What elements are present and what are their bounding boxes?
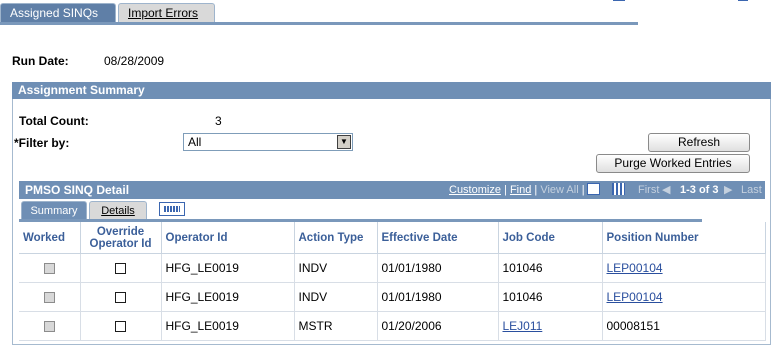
override-cell [80,311,162,341]
filter-by-select[interactable]: All ▼ [183,133,353,151]
find-link[interactable]: Find [510,184,531,196]
worked-checkbox [43,292,55,304]
col-operator-id: Operator Id [161,222,295,254]
subtab-details-label: Details [101,205,135,217]
job-code-cell: 101046 [498,282,603,312]
col-job-code: Job Code [498,222,603,254]
action-type-cell: INDV [294,253,378,283]
customize-link[interactable]: Customize [449,184,501,196]
job-code-cell: LEJ011 [498,311,603,341]
position-number-link[interactable]: LEP00104 [607,261,663,275]
tab-underline [0,22,638,25]
previous-arrow-icon: ◀ [662,184,671,196]
run-date-label: Run Date: [12,54,69,68]
effective-date-cell: 01/01/1980 [377,253,499,283]
table-row: HFG_LE0019 MSTR 01/20/2006 LEJ011 000081… [19,311,766,341]
position-number-link[interactable]: LEP00104 [607,290,663,304]
grid-title: PMSO SINQ Detail [25,183,130,197]
view-all-link: View All [540,184,579,196]
top-edge-icon-2 [738,0,748,1]
show-all-columns-glyph [164,206,180,212]
override-operator-checkbox[interactable] [115,321,126,333]
spreadsheet-icon[interactable] [612,183,625,195]
assignment-summary-header: Assignment Summary [12,82,771,99]
operator-id-cell: HFG_LE0019 [161,311,295,341]
position-number-cell: LEP00104 [602,282,766,312]
table-row: HFG_LE0019 INDV 01/01/1980 101046 LEP001… [19,282,766,312]
effective-date-cell: 01/01/1980 [377,282,499,312]
download-icon[interactable] [587,183,600,195]
refresh-button[interactable]: Refresh [648,133,750,152]
top-edge-icon [613,0,625,1]
position-number-cell: 00008151 [602,311,766,341]
purge-worked-entries-button[interactable]: Purge Worked Entries [596,154,750,173]
run-date-value: 08/28/2009 [104,54,165,68]
next-arrow-icon: ▶ [724,184,733,196]
operator-id-cell: HFG_LE0019 [161,253,295,283]
override-cell [80,282,162,312]
sinq-detail-table: Worked Override Operator Id Operator Id … [19,222,766,341]
filter-by-value: All [188,135,202,149]
tab-assigned-sinqs[interactable]: Assigned SINQs [0,3,116,22]
job-code-cell: 101046 [498,253,603,283]
grid-nav: Customize | Find | View All | [449,184,585,196]
col-position-number: Position Number [602,222,766,254]
total-count-label: Total Count: [19,114,89,128]
operator-id-cell: HFG_LE0019 [161,282,295,312]
worked-cell [19,282,81,312]
total-count-value: 3 [215,114,222,128]
override-operator-checkbox[interactable] [115,292,126,304]
col-worked: Worked [19,222,81,254]
col-action-type: Action Type [294,222,378,254]
table-row: HFG_LE0019 INDV 01/01/1980 101046 LEP001… [19,253,766,283]
override-cell [80,253,162,283]
job-code-link[interactable]: LEJ011 [503,319,543,333]
effective-date-cell: 01/20/2006 [377,311,499,341]
col-override-operator-id: Override Operator Id [80,222,162,254]
action-type-cell: MSTR [294,311,378,341]
subtab-summary[interactable]: Summary [21,201,87,219]
worked-cell [19,253,81,283]
override-operator-checkbox[interactable] [115,263,126,275]
subtab-details[interactable]: Details [89,201,147,219]
col-effective-date: Effective Date [377,222,499,254]
first-link: First [638,184,660,196]
show-all-columns-icon[interactable] [159,202,185,216]
table-header-row: Worked Override Operator Id Operator Id … [19,222,766,254]
row-range: 1-3 of 3 [680,184,719,196]
worked-cell [19,311,81,341]
tab-import-errors[interactable]: Import Errors [118,3,215,22]
worked-checkbox [43,263,55,275]
filter-by-label: *Filter by: [14,136,70,150]
tab-import-errors-label: Import Errors [128,6,199,20]
action-type-cell: INDV [294,282,378,312]
worked-checkbox [43,321,55,333]
position-number-cell: LEP00104 [602,253,766,283]
last-link: Last [741,184,762,196]
chevron-down-icon[interactable]: ▼ [337,135,351,149]
